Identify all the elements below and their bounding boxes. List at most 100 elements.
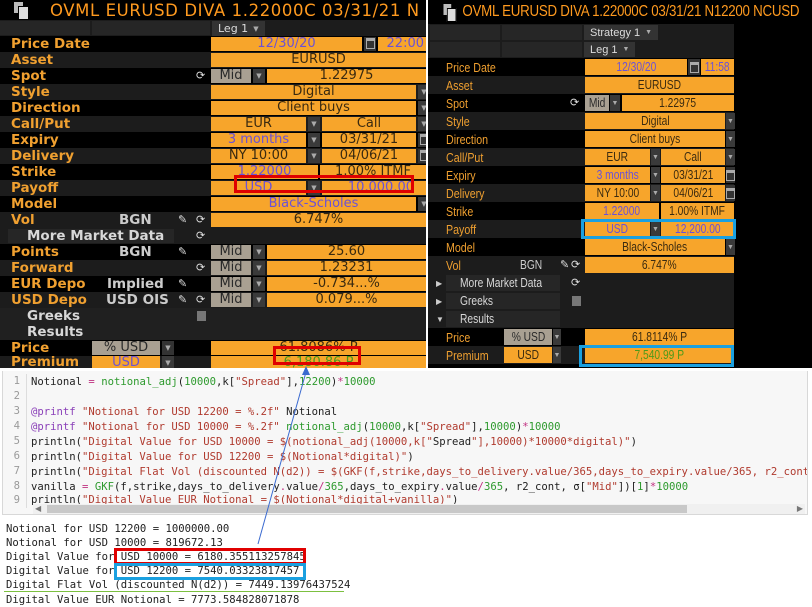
price-date-field[interactable]: 12/30/20 [585, 59, 687, 75]
spot-value-field[interactable]: 1.22975 [622, 95, 734, 111]
price-unit-select[interactable]: % USD [504, 329, 552, 345]
refresh-icon[interactable]: ⟳ [196, 261, 205, 275]
vol-field[interactable]: 6.747% [585, 257, 734, 273]
chevron-down-icon[interactable]: ▼ [162, 355, 174, 368]
chevron-down-icon[interactable]: ▼ [418, 100, 426, 115]
refresh-icon[interactable]: ⟳ [571, 258, 580, 272]
chevron-down-icon[interactable]: ▼ [418, 116, 426, 131]
expiry-date-field[interactable]: 03/31/21 [322, 132, 416, 147]
forward-field[interactable]: 1.23231 [267, 260, 426, 275]
expiry-date-field[interactable]: 03/31/21 [661, 167, 725, 183]
usd-depo-side-select[interactable]: Mid [211, 292, 251, 307]
expiry-tenor-field[interactable]: 3 months [211, 132, 306, 147]
leg-1-tab[interactable]: Leg 1 ▼ [584, 42, 636, 57]
copy-icon[interactable] [14, 2, 29, 20]
chevron-down-icon[interactable]: ▼ [610, 95, 620, 111]
expiry-tenor-field[interactable]: 3 months [585, 167, 650, 183]
collapse-arrow-icon[interactable]: ▼ [436, 315, 444, 324]
greeks-checkbox[interactable] [572, 296, 581, 306]
greeks-row[interactable]: ▶ Greeks [428, 292, 734, 310]
chevron-down-icon[interactable]: ▼ [726, 149, 735, 165]
strike-field[interactable]: 1.22000 [211, 164, 318, 179]
call-put-field[interactable]: Call [322, 116, 416, 131]
chevron-down-icon[interactable]: ▼ [253, 68, 265, 83]
pencil-icon[interactable]: ✎ [178, 213, 187, 227]
code-editor[interactable]: 1 Notional = notional_adj(10000,k["Spread… [2, 371, 808, 515]
chevron-down-icon[interactable]: ▼ [253, 260, 265, 275]
calendar-icon[interactable] [726, 167, 735, 183]
scroll-left-icon[interactable]: ◀ [35, 504, 41, 514]
asset-field[interactable]: EURUSD [211, 52, 426, 67]
refresh-icon[interactable]: ⟳ [570, 96, 579, 110]
delivery-date-field[interactable]: 04/06/21 [661, 185, 725, 201]
payoff-ccy-field[interactable]: USD [585, 221, 650, 237]
payoff-amount-field[interactable]: 10,000.00 [322, 180, 426, 195]
style-field[interactable]: Digital [585, 113, 725, 129]
chevron-down-icon[interactable]: ▼ [651, 185, 660, 201]
leg-1-tab[interactable]: Leg 1 ▼ [212, 21, 265, 36]
greeks-checkbox[interactable] [197, 311, 206, 321]
results-row[interactable]: ▼ Results [428, 310, 734, 328]
chevron-down-icon[interactable]: ▼ [308, 116, 320, 131]
model-field[interactable]: Black-Scholes [211, 196, 416, 211]
call-put-ccy-field[interactable]: EUR [211, 116, 306, 131]
payoff-ccy-field[interactable]: USD [211, 180, 306, 195]
delivery-date-field[interactable]: 04/06/21 [322, 148, 416, 163]
chevron-down-icon[interactable]: ▼ [253, 276, 265, 291]
pencil-icon[interactable]: ✎ [560, 258, 569, 272]
call-put-ccy-field[interactable]: EUR [585, 149, 650, 165]
refresh-icon[interactable]: ⟳ [571, 276, 580, 290]
chevron-down-icon[interactable]: ▼ [253, 244, 265, 259]
results-row[interactable]: Results [0, 324, 426, 340]
direction-field[interactable]: Client buys [585, 131, 725, 147]
chevron-down-icon[interactable]: ▼ [553, 329, 561, 345]
pencil-icon[interactable]: ✎ [178, 293, 187, 307]
calendar-icon[interactable] [418, 132, 426, 147]
spot-value-field[interactable]: 1.22975 [267, 68, 426, 83]
chevron-down-icon[interactable]: ▼ [651, 221, 660, 237]
calendar-icon[interactable] [726, 185, 735, 201]
horizontal-scrollbar[interactable]: ◀ ▶ [33, 504, 805, 514]
chevron-down-icon[interactable]: ▼ [308, 148, 320, 163]
chevron-down-icon[interactable]: ▼ [162, 340, 174, 355]
direction-field[interactable]: Client buys [211, 100, 416, 115]
chevron-down-icon[interactable]: ▼ [651, 149, 660, 165]
style-field[interactable]: Digital [211, 84, 416, 99]
refresh-icon[interactable]: ⟳ [196, 69, 205, 83]
spot-side-select[interactable]: Mid [585, 95, 609, 111]
asset-field[interactable]: EURUSD [585, 77, 734, 93]
model-field[interactable]: Black-Scholes [585, 239, 725, 255]
delivery-cut-field[interactable]: NY 10:00 [211, 148, 306, 163]
calendar-icon[interactable] [364, 36, 376, 51]
chevron-down-icon[interactable]: ▼ [726, 131, 735, 147]
chevron-down-icon[interactable]: ▼ [418, 84, 426, 99]
calendar-icon[interactable] [418, 148, 426, 163]
pencil-icon[interactable]: ✎ [178, 277, 187, 291]
pencil-icon[interactable]: ✎ [178, 245, 187, 259]
chevron-down-icon[interactable]: ▼ [253, 292, 265, 307]
call-put-field[interactable]: Call [661, 149, 725, 165]
spot-side-select[interactable]: Mid [211, 68, 251, 83]
eur-depo-field[interactable]: -0.734...% [267, 276, 426, 291]
chevron-down-icon[interactable]: ▼ [553, 347, 561, 363]
chevron-down-icon[interactable]: ▼ [308, 180, 320, 195]
chevron-down-icon[interactable]: ▼ [726, 113, 735, 129]
chevron-down-icon[interactable]: ▼ [651, 167, 660, 183]
scrollbar-thumb[interactable] [47, 505, 687, 513]
forward-side-select[interactable]: Mid [211, 260, 251, 275]
greeks-row[interactable]: Greeks [0, 308, 426, 324]
payoff-amount-field[interactable]: 12,200.00 [661, 221, 734, 237]
price-unit-select[interactable]: % USD [92, 340, 160, 355]
scroll-right-icon[interactable]: ▶ [797, 504, 803, 514]
refresh-icon[interactable]: ⟳ [196, 213, 205, 227]
chevron-down-icon[interactable]: ▼ [418, 196, 426, 211]
chevron-down-icon[interactable]: ▼ [726, 239, 735, 255]
price-time-field[interactable]: 11:58 [701, 59, 734, 75]
refresh-icon[interactable]: ⟳ [196, 229, 205, 243]
points-field[interactable]: 25.60 [267, 244, 426, 259]
eur-depo-side-select[interactable]: Mid [211, 276, 251, 291]
strategy-1-tab[interactable]: Strategy 1 ▼ [584, 25, 659, 40]
moneyness-field[interactable]: 1.00% ITMF [661, 203, 734, 219]
chevron-down-icon[interactable]: ▼ [308, 132, 320, 147]
usd-depo-field[interactable]: 0.079...% [267, 292, 426, 307]
